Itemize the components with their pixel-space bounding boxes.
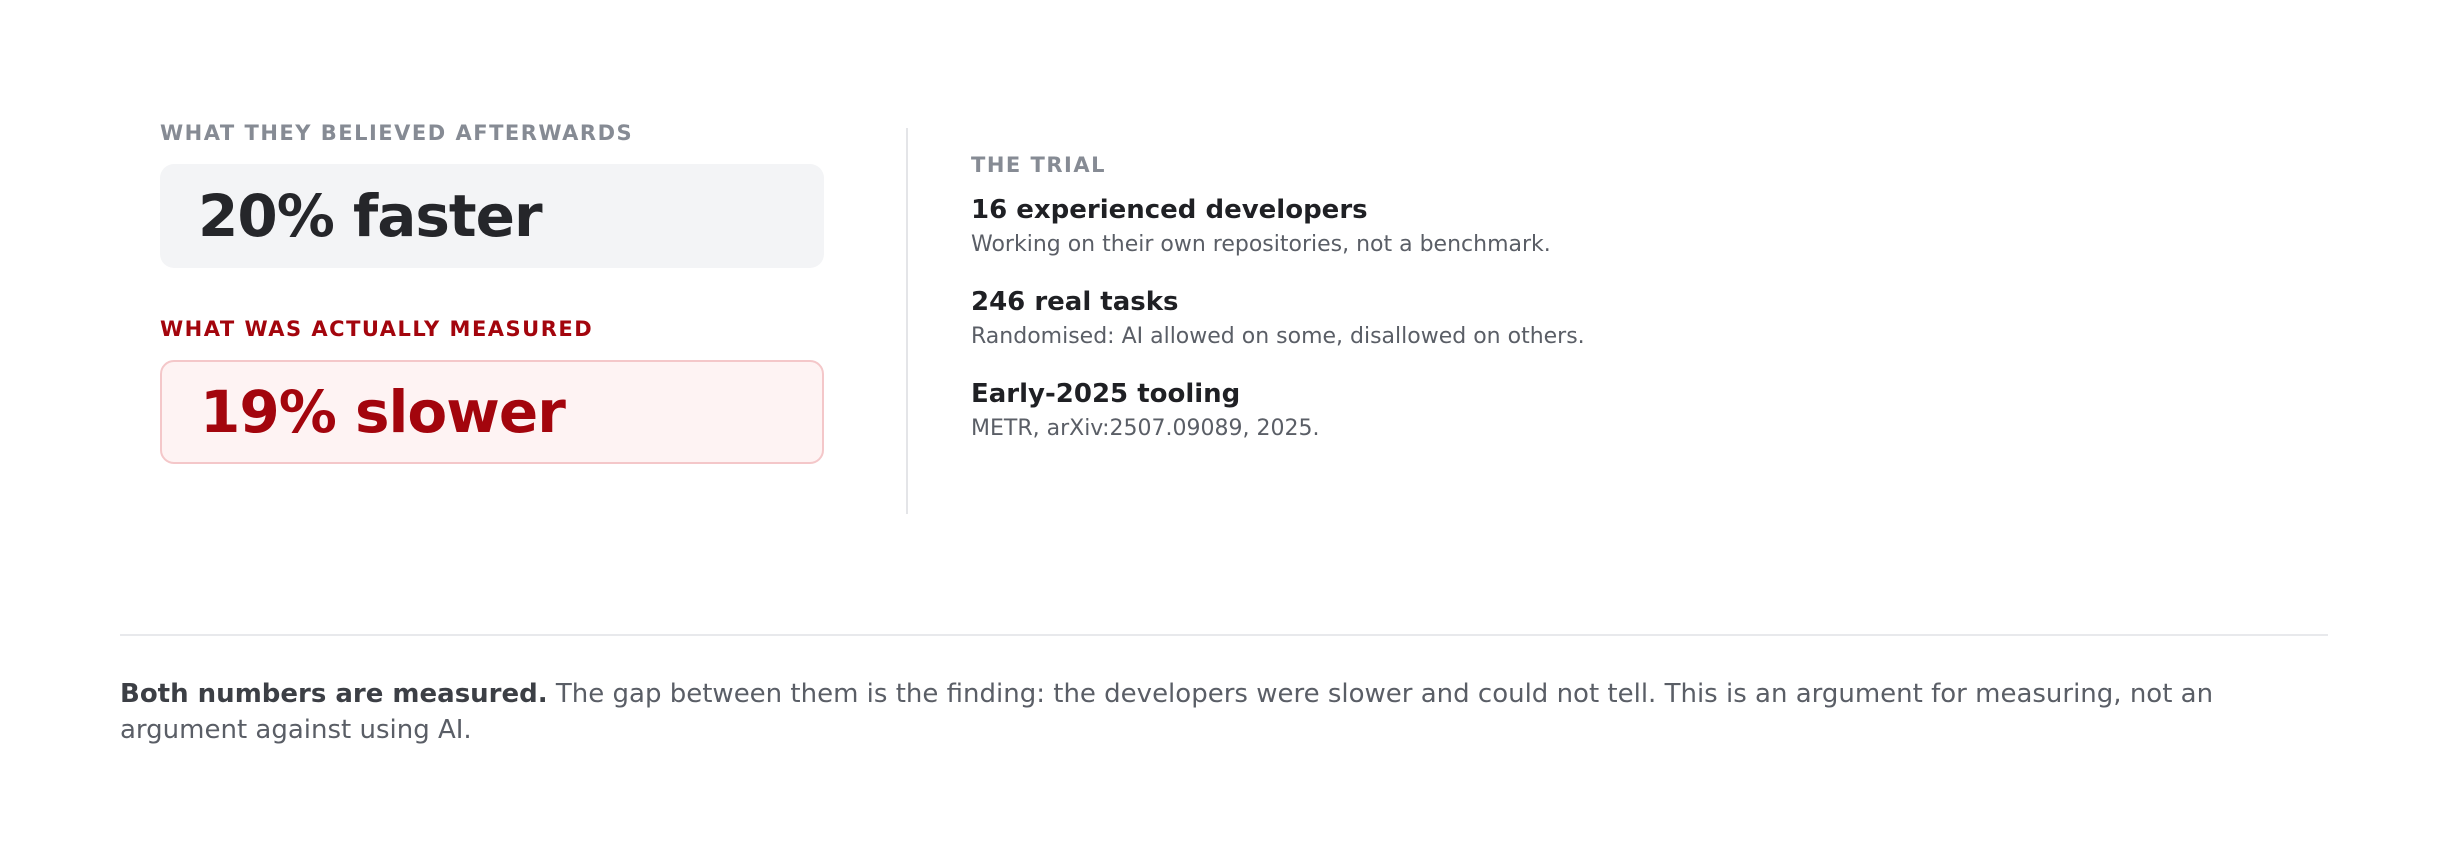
footnote-lead: Both numbers are measured.: [120, 679, 548, 709]
vertical-divider: [906, 128, 908, 514]
trial-item-tasks: 246 real tasks Randomised: AI allowed on…: [971, 284, 1971, 354]
trial-item-heading: Early-2025 tooling: [971, 379, 1241, 409]
believed-label: WHAT THEY BELIEVED AFTERWARDS: [160, 121, 634, 145]
trial-item-tooling: Early-2025 tooling METR, arXiv:2507.0908…: [971, 376, 1971, 446]
trial-title: THE TRIAL: [971, 153, 1106, 177]
measured-value: 19% slower: [200, 378, 566, 446]
believed-value: 20% faster: [198, 182, 543, 250]
trial-item-detail: Working on their own repositories, not a…: [971, 232, 1551, 257]
trial-item-detail: METR, arXiv:2507.09089, 2025.: [971, 416, 1320, 441]
measured-stat-box: 19% slower: [160, 360, 824, 464]
horizontal-divider: [120, 634, 2328, 636]
measured-label: WHAT WAS ACTUALLY MEASURED: [160, 317, 594, 341]
trial-panel: THE TRIAL 16 experienced developers Work…: [971, 150, 1971, 446]
trial-item-developers: 16 experienced developers Working on the…: [971, 192, 1971, 262]
footnote: Both numbers are measured. The gap betwe…: [120, 676, 2300, 748]
comparison-panel: WHAT THEY BELIEVED AFTERWARDS 20% faster…: [160, 118, 824, 464]
trial-item-detail: Randomised: AI allowed on some, disallow…: [971, 324, 1585, 349]
believed-stat-box: 20% faster: [160, 164, 824, 268]
trial-item-heading: 16 experienced developers: [971, 195, 1368, 225]
trial-item-heading: 246 real tasks: [971, 287, 1179, 317]
